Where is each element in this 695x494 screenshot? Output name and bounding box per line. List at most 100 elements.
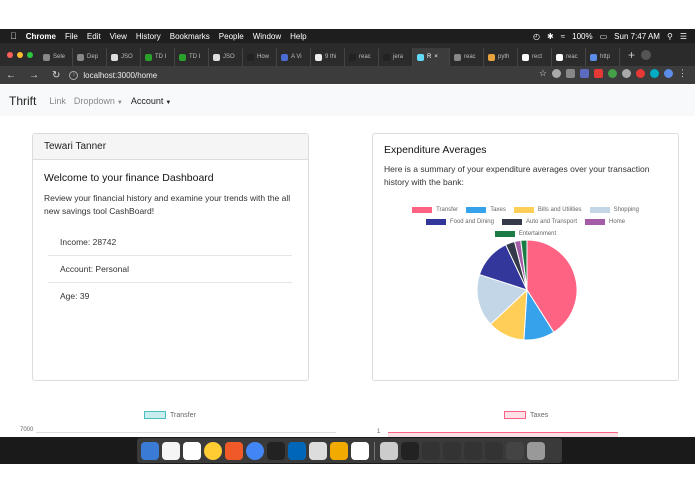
extension-icon[interactable] <box>650 69 659 78</box>
dock-app-icon[interactable] <box>162 441 180 460</box>
bluetooth-icon[interactable]: ✱ <box>547 32 554 41</box>
menu-file[interactable]: File <box>65 32 78 41</box>
dock-app-icon[interactable] <box>204 441 222 460</box>
bookmark-star-icon[interactable]: ☆ <box>539 69 547 78</box>
nav-account[interactable]: Account ▼ <box>131 96 171 106</box>
dock-app-icon[interactable] <box>485 441 503 460</box>
legend-item[interactable]: Food and Dining <box>425 219 494 225</box>
menu-window[interactable]: Window <box>253 32 281 41</box>
profile-card-header: Tewari Tanner <box>33 134 308 160</box>
legend-item[interactable]: Auto and Transport <box>501 219 577 225</box>
dock-app-icon[interactable] <box>401 441 419 460</box>
tab[interactable]: JSO <box>209 48 243 66</box>
minimize-window-icon[interactable] <box>17 51 23 58</box>
legend-swatch <box>412 207 433 213</box>
nav-link[interactable]: Link <box>49 96 66 106</box>
notification-center-icon[interactable]: ☰ <box>680 32 687 41</box>
legend-label: Taxes <box>490 207 506 213</box>
legend-item[interactable]: Home <box>585 219 625 225</box>
tab[interactable]: TD I <box>141 48 175 66</box>
tab[interactable]: reac <box>345 48 379 66</box>
legend-item[interactable]: Entertainment <box>494 231 556 237</box>
apple-icon[interactable]:  <box>10 31 17 41</box>
more-menu-icon[interactable]: ⋮ <box>678 69 687 78</box>
nav-dropdown[interactable]: Dropdown ▼ <box>74 96 123 106</box>
dock-app-icon[interactable] <box>141 441 159 460</box>
legend-label[interactable]: Taxes <box>530 412 548 419</box>
menu-bookmarks[interactable]: Bookmarks <box>170 32 210 41</box>
legend-label: Bills and Utilities <box>537 207 582 213</box>
tab[interactable]: rect <box>518 48 552 66</box>
legend-row: Transfer Taxes Bills and Utilities Shopping <box>373 204 678 216</box>
menu-people[interactable]: People <box>219 32 244 41</box>
extension-icon[interactable] <box>608 69 617 78</box>
extension-icon[interactable] <box>552 69 561 78</box>
menu-history[interactable]: History <box>136 32 161 41</box>
tab[interactable]: R × <box>413 48 450 66</box>
new-tab-icon[interactable]: + <box>628 48 635 62</box>
menu-view[interactable]: View <box>110 32 127 41</box>
dock-app-icon[interactable] <box>183 441 201 460</box>
tab[interactable]: JSO <box>107 48 141 66</box>
tab[interactable]: 9 thi <box>311 48 345 66</box>
wifi-icon[interactable]: ≈ <box>561 32 565 41</box>
menu-edit[interactable]: Edit <box>87 32 101 41</box>
dock-app-icon[interactable] <box>330 441 348 460</box>
tab[interactable]: reac <box>450 48 484 66</box>
tab[interactable]: http <box>586 48 620 66</box>
tab[interactable]: TD I <box>175 48 209 66</box>
tab[interactable]: How <box>243 48 277 66</box>
dock-app-icon[interactable] <box>267 441 285 460</box>
legend-item[interactable]: Transfer <box>412 207 458 213</box>
dock-app-icon[interactable] <box>288 441 306 460</box>
extension-icon[interactable] <box>636 69 645 78</box>
extension-icon[interactable] <box>566 69 575 78</box>
zoom-window-icon[interactable] <box>27 51 33 58</box>
dock-app-icon[interactable] <box>422 441 440 460</box>
menu-help[interactable]: Help <box>290 32 306 41</box>
dock-app-icon[interactable] <box>443 441 461 460</box>
clock-status-icon[interactable]: ◴ <box>533 32 540 41</box>
address-bar[interactable]: i localhost:3000/home <box>69 68 489 82</box>
tab[interactable]: pyth <box>484 48 518 66</box>
back-icon[interactable]: ← <box>6 70 16 81</box>
tab[interactable]: Sele <box>39 48 73 66</box>
tab-label: reac <box>359 54 371 60</box>
battery-percent[interactable]: 100% <box>572 32 592 41</box>
tab[interactable]: Dep <box>73 48 107 66</box>
legend-item[interactable]: Bills and Utilities <box>513 207 582 213</box>
dock-app-icon[interactable] <box>351 441 369 460</box>
tab[interactable]: reac <box>552 48 586 66</box>
legend-swatch[interactable] <box>144 411 166 419</box>
dock-app-icon[interactable] <box>464 441 482 460</box>
legend-item[interactable]: Taxes <box>466 207 506 213</box>
dock-app-icon[interactable] <box>380 441 398 460</box>
spotlight-icon[interactable]: ⚲ <box>667 32 673 41</box>
battery-icon[interactable]: ▭ <box>600 32 608 41</box>
site-info-icon[interactable]: i <box>69 70 79 80</box>
legend-swatch[interactable] <box>504 411 526 419</box>
brand[interactable]: Thrift <box>9 94 36 108</box>
dock-app-icon[interactable] <box>225 441 243 460</box>
chrome-toolbar: ← → ↻ i localhost:3000/home ☆ ⋮ <box>0 66 695 84</box>
tab[interactable]: jera <box>379 48 413 66</box>
menu-app[interactable]: Chrome <box>26 32 56 41</box>
reload-icon[interactable]: ↻ <box>52 70 60 81</box>
dock-app-icon[interactable] <box>506 441 524 460</box>
legend-label[interactable]: Transfer <box>170 412 196 419</box>
clock[interactable]: Sun 7:47 AM <box>614 32 660 41</box>
legend-item[interactable]: Shopping <box>589 207 639 213</box>
forward-icon[interactable]: → <box>29 70 39 81</box>
extension-icon[interactable] <box>622 69 631 78</box>
extension-icon[interactable] <box>580 69 589 78</box>
extension-icon[interactable] <box>594 69 603 78</box>
close-window-icon[interactable] <box>7 51 13 58</box>
tab[interactable]: A Vi <box>277 48 311 66</box>
dock-app-icon[interactable] <box>527 441 545 460</box>
close-tab-icon[interactable]: × <box>434 54 438 60</box>
tab-search-icon[interactable] <box>641 49 652 60</box>
dock-app-icon[interactable] <box>246 441 264 460</box>
profile-avatar-icon[interactable] <box>664 69 673 78</box>
dock-app-icon[interactable] <box>309 441 327 460</box>
address-url[interactable]: localhost:3000/home <box>83 71 157 80</box>
